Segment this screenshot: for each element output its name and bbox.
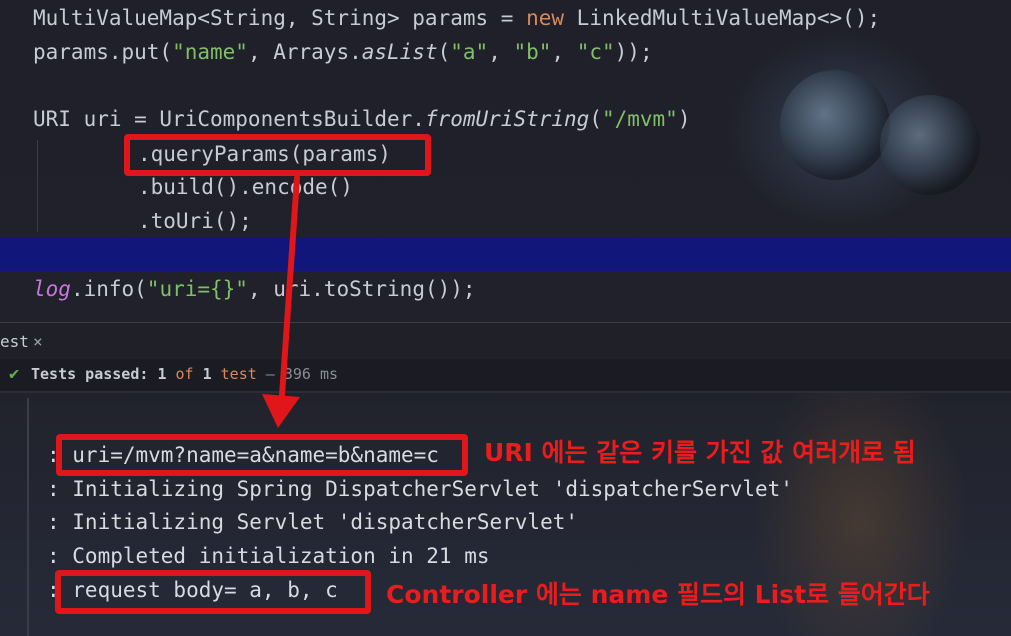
arrow-shaft	[279, 175, 300, 399]
arrow-head	[262, 394, 300, 428]
annotation-arrow	[262, 175, 300, 428]
